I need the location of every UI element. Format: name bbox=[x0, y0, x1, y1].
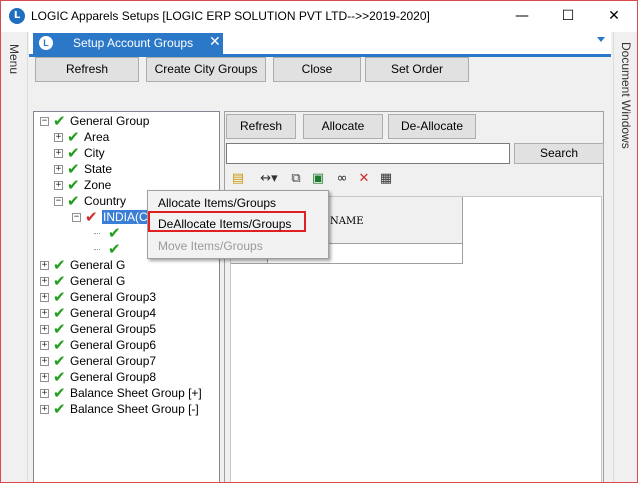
app-window: L LOGIC Apparels Setups [LOGIC ERP SOLUT… bbox=[0, 0, 638, 483]
tree-label: General Group5 bbox=[70, 322, 157, 336]
tree-node-general-group5[interactable]: + ✔ General Group5 bbox=[40, 320, 210, 338]
create-city-groups-button[interactable]: Create City Groups bbox=[146, 57, 266, 82]
collapse-icon[interactable]: − bbox=[72, 213, 81, 222]
tree-node-balance-sheet-plus[interactable]: + ✔ Balance Sheet Group [+] bbox=[40, 384, 210, 402]
edit-icon[interactable]: ▤ bbox=[229, 170, 247, 188]
tree-node-area[interactable]: + ✔ Area bbox=[54, 128, 204, 146]
allocate-button[interactable]: Allocate bbox=[303, 114, 383, 139]
expand-icon[interactable]: + bbox=[54, 165, 63, 174]
tree-label: General Group bbox=[70, 114, 150, 128]
tree-label: General G bbox=[70, 274, 126, 288]
tree-label: City bbox=[84, 146, 105, 160]
expand-icon[interactable]: + bbox=[40, 293, 49, 302]
tree-node-state[interactable]: + ✔ State bbox=[54, 160, 204, 178]
expand-icon[interactable]: + bbox=[54, 133, 63, 142]
minimize-button[interactable]: — bbox=[499, 1, 545, 32]
delete-icon[interactable]: ✕ bbox=[355, 170, 373, 188]
tree-node-general-group8[interactable]: + ✔ General Group8 bbox=[40, 368, 210, 386]
check-icon[interactable]: ✔ bbox=[53, 400, 66, 418]
menu-strip[interactable]: Menu bbox=[1, 32, 28, 482]
tree-label: General Group4 bbox=[70, 306, 157, 320]
tree-label: General Group7 bbox=[70, 354, 157, 368]
account-group-tree[interactable]: − ✔ General Group + ✔ Area + ✔ City + ✔ … bbox=[33, 111, 220, 482]
tree-label: Zone bbox=[84, 178, 112, 192]
close-window-button[interactable]: ✕ bbox=[591, 1, 637, 32]
tab-strip: L Setup Account Groups ✕ bbox=[29, 32, 611, 57]
expand-icon[interactable]: + bbox=[40, 357, 49, 366]
refresh-button[interactable]: Refresh bbox=[35, 57, 139, 82]
context-menu: Allocate Items/Groups DeAllocate Items/G… bbox=[147, 190, 329, 259]
column-width-icon[interactable]: ↔▾ bbox=[257, 170, 281, 188]
tree-label: Country bbox=[84, 194, 127, 208]
tree-node-hidden-child[interactable]: ✔ bbox=[94, 224, 134, 242]
collapse-icon[interactable]: − bbox=[40, 117, 49, 126]
tree-node-hidden-child[interactable]: ✔ bbox=[94, 240, 134, 258]
expand-icon[interactable]: + bbox=[40, 261, 49, 270]
panel-refresh-button[interactable]: Refresh bbox=[226, 114, 296, 139]
close-button[interactable]: Close bbox=[273, 57, 361, 82]
check-icon[interactable]: ✔ bbox=[108, 240, 121, 258]
tree-node-general-group3[interactable]: + ✔ General Group3 bbox=[40, 288, 210, 306]
deallocate-button[interactable]: De-Allocate bbox=[388, 114, 476, 139]
tree-label: State bbox=[84, 162, 113, 176]
tree-label: General G bbox=[70, 258, 126, 272]
copy-icon[interactable]: ⧉ bbox=[287, 170, 305, 188]
tree-label: Balance Sheet Group [+] bbox=[70, 386, 202, 400]
grid-column-label: NAME bbox=[330, 216, 364, 227]
search-input[interactable] bbox=[226, 143, 510, 164]
collapse-icon[interactable]: − bbox=[54, 197, 63, 206]
expand-icon[interactable]: + bbox=[54, 149, 63, 158]
tree-label: General Group3 bbox=[70, 290, 157, 304]
set-order-button[interactable]: Set Order bbox=[365, 57, 469, 82]
binoculars-icon[interactable]: ∞ bbox=[333, 170, 351, 188]
title-bar: L LOGIC Apparels Setups [LOGIC ERP SOLUT… bbox=[1, 1, 637, 32]
tree-node-balance-sheet-minus[interactable]: + ✔ Balance Sheet Group [-] bbox=[40, 400, 210, 418]
check-icon[interactable]: ✔ bbox=[53, 112, 66, 130]
tab-dropdown-icon[interactable] bbox=[597, 37, 605, 42]
search-button[interactable]: Search bbox=[514, 143, 604, 164]
tree-node-general-group4[interactable]: + ✔ General Group4 bbox=[40, 304, 210, 322]
tab-label: Setup Account Groups bbox=[73, 36, 194, 50]
tab-close-icon[interactable]: ✕ bbox=[209, 34, 221, 50]
tab-logo-icon: L bbox=[39, 36, 53, 50]
tree-node-general-group[interactable]: − ✔ General Group bbox=[40, 112, 210, 130]
tree-node-general-group7[interactable]: + ✔ General Group7 bbox=[40, 352, 210, 370]
check-icon[interactable]: ✔ bbox=[67, 192, 80, 210]
expand-icon[interactable]: + bbox=[40, 325, 49, 334]
expand-icon[interactable]: + bbox=[40, 341, 49, 350]
tree-node-general-group6[interactable]: + ✔ General Group6 bbox=[40, 336, 210, 354]
tree-label: Area bbox=[84, 130, 110, 144]
menu-label[interactable]: Menu bbox=[7, 44, 21, 74]
menu-item-move: Move Items/Groups bbox=[158, 239, 263, 253]
expand-icon[interactable]: + bbox=[40, 309, 49, 318]
tree-label: Balance Sheet Group [-] bbox=[70, 402, 199, 416]
document-windows-strip[interactable]: Document Windows bbox=[613, 32, 637, 482]
expand-icon[interactable]: + bbox=[40, 373, 49, 382]
tree-label: General Group8 bbox=[70, 370, 157, 384]
grid-icon[interactable]: ▦ bbox=[377, 170, 395, 188]
tree-label: General Group6 bbox=[70, 338, 157, 352]
setup-content: Refresh Create City Groups Close Set Ord… bbox=[29, 57, 611, 482]
expand-icon[interactable]: + bbox=[40, 405, 49, 414]
app-logo-icon: L bbox=[9, 8, 25, 24]
tab-setup-account-groups[interactable]: L Setup Account Groups ✕ bbox=[33, 33, 223, 54]
excel-icon[interactable]: ▣ bbox=[309, 170, 327, 188]
window-title: LOGIC Apparels Setups [LOGIC ERP SOLUTIO… bbox=[31, 9, 430, 23]
tree-node-general-group1[interactable]: + ✔ General G bbox=[40, 256, 210, 274]
expand-icon[interactable]: + bbox=[40, 389, 49, 398]
expand-icon[interactable]: + bbox=[54, 181, 63, 190]
check-icon[interactable]: ✔ bbox=[85, 208, 98, 226]
document-windows-label[interactable]: Document Windows bbox=[619, 42, 633, 149]
expand-icon[interactable]: + bbox=[40, 277, 49, 286]
menu-item-deallocate[interactable]: DeAllocate Items/Groups bbox=[158, 217, 291, 235]
tree-node-general-group2[interactable]: + ✔ General G bbox=[40, 272, 210, 290]
maximize-button[interactable]: ☐ bbox=[545, 1, 591, 32]
tree-node-city[interactable]: + ✔ City bbox=[54, 144, 204, 162]
